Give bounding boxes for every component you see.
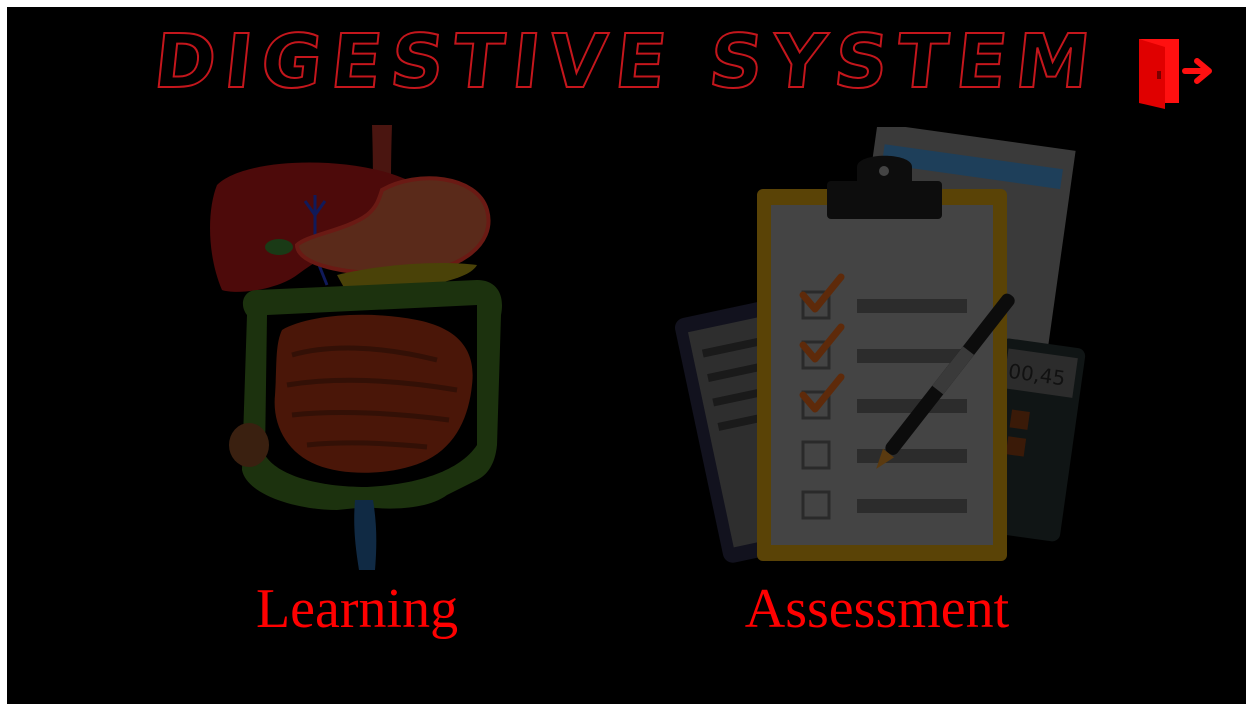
exit-button[interactable] bbox=[1135, 33, 1219, 109]
learning-label: Learning bbox=[255, 578, 459, 640]
learning-button[interactable]: Learning bbox=[187, 115, 527, 655]
page-title: DIGESTIVE SYSTEM bbox=[149, 18, 1104, 106]
menu-screen: DIGESTIVE SYSTEM Learning 00,45 Assessme… bbox=[7, 7, 1246, 704]
digestive-system-illustration bbox=[210, 125, 502, 570]
assessment-button[interactable]: 00,45 Assessment bbox=[667, 127, 1087, 647]
clipboard-checklist-illustration: 00,45 bbox=[675, 127, 1086, 563]
exit-door-icon bbox=[1139, 39, 1212, 109]
assessment-label: Assessment bbox=[744, 578, 1010, 640]
